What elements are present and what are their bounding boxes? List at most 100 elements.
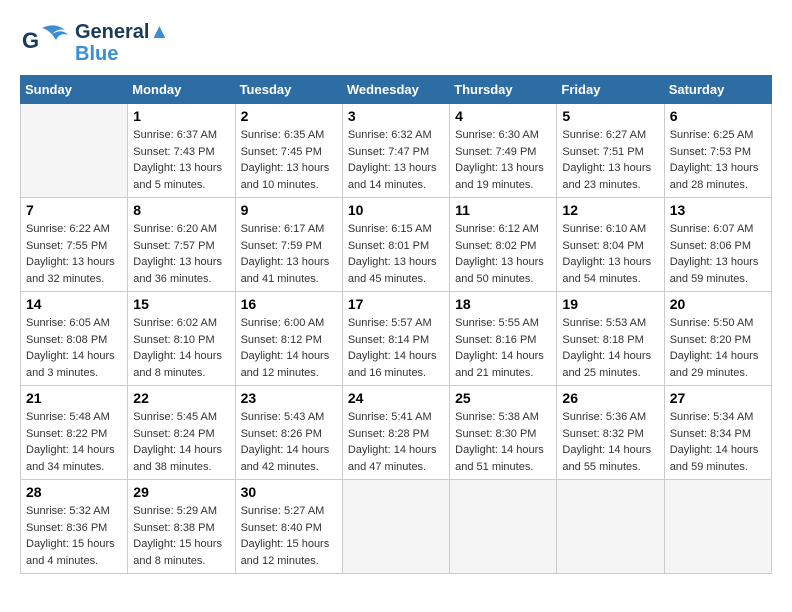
week-row-2: 7 Sunrise: 6:22 AMSunset: 7:55 PMDaylight… <box>21 198 772 292</box>
calendar-cell: 3 Sunrise: 6:32 AMSunset: 7:47 PMDaylight… <box>342 104 449 198</box>
day-info: Sunrise: 6:25 AMSunset: 7:53 PMDaylight:… <box>670 127 766 193</box>
calendar-cell: 22 Sunrise: 5:45 AMSunset: 8:24 PMDayligh… <box>128 386 235 480</box>
day-number: 5 <box>562 108 658 124</box>
day-info: Sunrise: 5:29 AMSunset: 8:38 PMDaylight:… <box>133 503 229 569</box>
calendar-header-tuesday: Tuesday <box>235 76 342 104</box>
calendar-cell <box>450 480 557 574</box>
day-info: Sunrise: 6:22 AMSunset: 7:55 PMDaylight:… <box>26 221 122 287</box>
day-info: Sunrise: 5:50 AMSunset: 8:20 PMDaylight:… <box>670 315 766 381</box>
day-number: 11 <box>455 202 551 218</box>
day-number: 1 <box>133 108 229 124</box>
day-number: 18 <box>455 296 551 312</box>
day-number: 20 <box>670 296 766 312</box>
calendar-cell <box>21 104 128 198</box>
calendar-cell: 25 Sunrise: 5:38 AMSunset: 8:30 PMDayligh… <box>450 386 557 480</box>
day-info: Sunrise: 5:27 AMSunset: 8:40 PMDaylight:… <box>241 503 337 569</box>
calendar-cell: 19 Sunrise: 5:53 AMSunset: 8:18 PMDayligh… <box>557 292 664 386</box>
calendar-header-sunday: Sunday <box>21 76 128 104</box>
day-info: Sunrise: 5:57 AMSunset: 8:14 PMDaylight:… <box>348 315 444 381</box>
calendar-cell: 29 Sunrise: 5:29 AMSunset: 8:38 PMDayligh… <box>128 480 235 574</box>
day-number: 25 <box>455 390 551 406</box>
day-number: 13 <box>670 202 766 218</box>
calendar-header-monday: Monday <box>128 76 235 104</box>
calendar-cell: 4Sunrise: 6:30 AMSunset: 7:49 PMDaylight… <box>450 104 557 198</box>
day-number: 30 <box>241 484 337 500</box>
day-info: Sunrise: 6:10 AMSunset: 8:04 PMDaylight:… <box>562 221 658 287</box>
day-number: 2 <box>241 108 337 124</box>
calendar-cell: 14Sunrise: 6:05 AMSunset: 8:08 PMDayligh… <box>21 292 128 386</box>
day-number: 22 <box>133 390 229 406</box>
day-number: 6 <box>670 108 766 124</box>
calendar-cell <box>342 480 449 574</box>
calendar-table: SundayMondayTuesdayWednesdayThursdayFrid… <box>20 75 772 574</box>
day-info: Sunrise: 6:05 AMSunset: 8:08 PMDaylight:… <box>26 315 122 381</box>
week-row-5: 28Sunrise: 5:32 AMSunset: 8:36 PMDayligh… <box>21 480 772 574</box>
logo: G General▲ Blue <box>20 20 169 65</box>
calendar-cell: 30 Sunrise: 5:27 AMSunset: 8:40 PMDayligh… <box>235 480 342 574</box>
calendar-cell: 5Sunrise: 6:27 AMSunset: 7:51 PMDaylight… <box>557 104 664 198</box>
day-number: 9 <box>241 202 337 218</box>
calendar-cell: 27 Sunrise: 5:34 AMSunset: 8:34 PMDayligh… <box>664 386 771 480</box>
calendar-cell: 28Sunrise: 5:32 AMSunset: 8:36 PMDayligh… <box>21 480 128 574</box>
day-info: Sunrise: 5:55 AMSunset: 8:16 PMDaylight:… <box>455 315 551 381</box>
calendar-cell: 6 Sunrise: 6:25 AMSunset: 7:53 PMDaylight… <box>664 104 771 198</box>
day-info: Sunrise: 6:07 AMSunset: 8:06 PMDaylight:… <box>670 221 766 287</box>
calendar-cell: 7 Sunrise: 6:22 AMSunset: 7:55 PMDaylight… <box>21 198 128 292</box>
day-number: 7 <box>26 202 122 218</box>
calendar-cell: 10Sunrise: 6:15 AMSunset: 8:01 PMDayligh… <box>342 198 449 292</box>
logo-text: General▲ Blue <box>75 21 169 65</box>
day-number: 8 <box>133 202 229 218</box>
calendar-header-friday: Friday <box>557 76 664 104</box>
day-info: Sunrise: 6:30 AMSunset: 7:49 PMDaylight:… <box>455 127 551 193</box>
calendar-cell: 2Sunrise: 6:35 AMSunset: 7:45 PMDaylight… <box>235 104 342 198</box>
day-info: Sunrise: 5:45 AMSunset: 8:24 PMDaylight:… <box>133 409 229 475</box>
week-row-1: 1Sunrise: 6:37 AMSunset: 7:43 PMDaylight… <box>21 104 772 198</box>
calendar-cell: 20 Sunrise: 5:50 AMSunset: 8:20 PMDayligh… <box>664 292 771 386</box>
day-number: 3 <box>348 108 444 124</box>
day-number: 23 <box>241 390 337 406</box>
calendar-cell: 8Sunrise: 6:20 AMSunset: 7:57 PMDaylight… <box>128 198 235 292</box>
calendar-cell: 17 Sunrise: 5:57 AMSunset: 8:14 PMDayligh… <box>342 292 449 386</box>
logo-line1: General▲ <box>75 21 169 43</box>
calendar-cell: 18 Sunrise: 5:55 AMSunset: 8:16 PMDayligh… <box>450 292 557 386</box>
calendar-cell: 9 Sunrise: 6:17 AMSunset: 7:59 PMDaylight… <box>235 198 342 292</box>
day-info: Sunrise: 6:12 AMSunset: 8:02 PMDaylight:… <box>455 221 551 287</box>
day-info: Sunrise: 5:48 AMSunset: 8:22 PMDaylight:… <box>26 409 122 475</box>
day-info: Sunrise: 5:41 AMSunset: 8:28 PMDaylight:… <box>348 409 444 475</box>
calendar-cell: 16Sunrise: 6:00 AMSunset: 8:12 PMDayligh… <box>235 292 342 386</box>
day-info: Sunrise: 5:36 AMSunset: 8:32 PMDaylight:… <box>562 409 658 475</box>
day-info: Sunrise: 6:17 AMSunset: 7:59 PMDaylight:… <box>241 221 337 287</box>
day-number: 21 <box>26 390 122 406</box>
day-info: Sunrise: 5:34 AMSunset: 8:34 PMDaylight:… <box>670 409 766 475</box>
logo-line2: Blue <box>75 43 169 65</box>
day-number: 15 <box>133 296 229 312</box>
day-info: Sunrise: 5:38 AMSunset: 8:30 PMDaylight:… <box>455 409 551 475</box>
calendar-header-thursday: Thursday <box>450 76 557 104</box>
day-number: 29 <box>133 484 229 500</box>
day-number: 26 <box>562 390 658 406</box>
calendar-header-wednesday: Wednesday <box>342 76 449 104</box>
calendar-cell <box>664 480 771 574</box>
day-number: 12 <box>562 202 658 218</box>
calendar-header-row: SundayMondayTuesdayWednesdayThursdayFrid… <box>21 76 772 104</box>
day-info: Sunrise: 6:15 AMSunset: 8:01 PMDaylight:… <box>348 221 444 287</box>
day-number: 17 <box>348 296 444 312</box>
week-row-4: 21 Sunrise: 5:48 AMSunset: 8:22 PMDayligh… <box>21 386 772 480</box>
day-number: 16 <box>241 296 337 312</box>
page-header: G General▲ Blue <box>20 20 772 65</box>
calendar-cell: 21 Sunrise: 5:48 AMSunset: 8:22 PMDayligh… <box>21 386 128 480</box>
calendar-cell: 13 Sunrise: 6:07 AMSunset: 8:06 PMDayligh… <box>664 198 771 292</box>
day-number: 19 <box>562 296 658 312</box>
day-number: 24 <box>348 390 444 406</box>
day-info: Sunrise: 6:32 AMSunset: 7:47 PMDaylight:… <box>348 127 444 193</box>
calendar-cell: 24 Sunrise: 5:41 AMSunset: 8:28 PMDayligh… <box>342 386 449 480</box>
calendar-cell: 23Sunrise: 5:43 AMSunset: 8:26 PMDayligh… <box>235 386 342 480</box>
day-number: 27 <box>670 390 766 406</box>
day-info: Sunrise: 5:53 AMSunset: 8:18 PMDaylight:… <box>562 315 658 381</box>
calendar-cell: 15Sunrise: 6:02 AMSunset: 8:10 PMDayligh… <box>128 292 235 386</box>
calendar-header-saturday: Saturday <box>664 76 771 104</box>
logo-icon: G <box>20 20 70 65</box>
calendar-cell: 26 Sunrise: 5:36 AMSunset: 8:32 PMDayligh… <box>557 386 664 480</box>
week-row-3: 14Sunrise: 6:05 AMSunset: 8:08 PMDayligh… <box>21 292 772 386</box>
day-number: 28 <box>26 484 122 500</box>
